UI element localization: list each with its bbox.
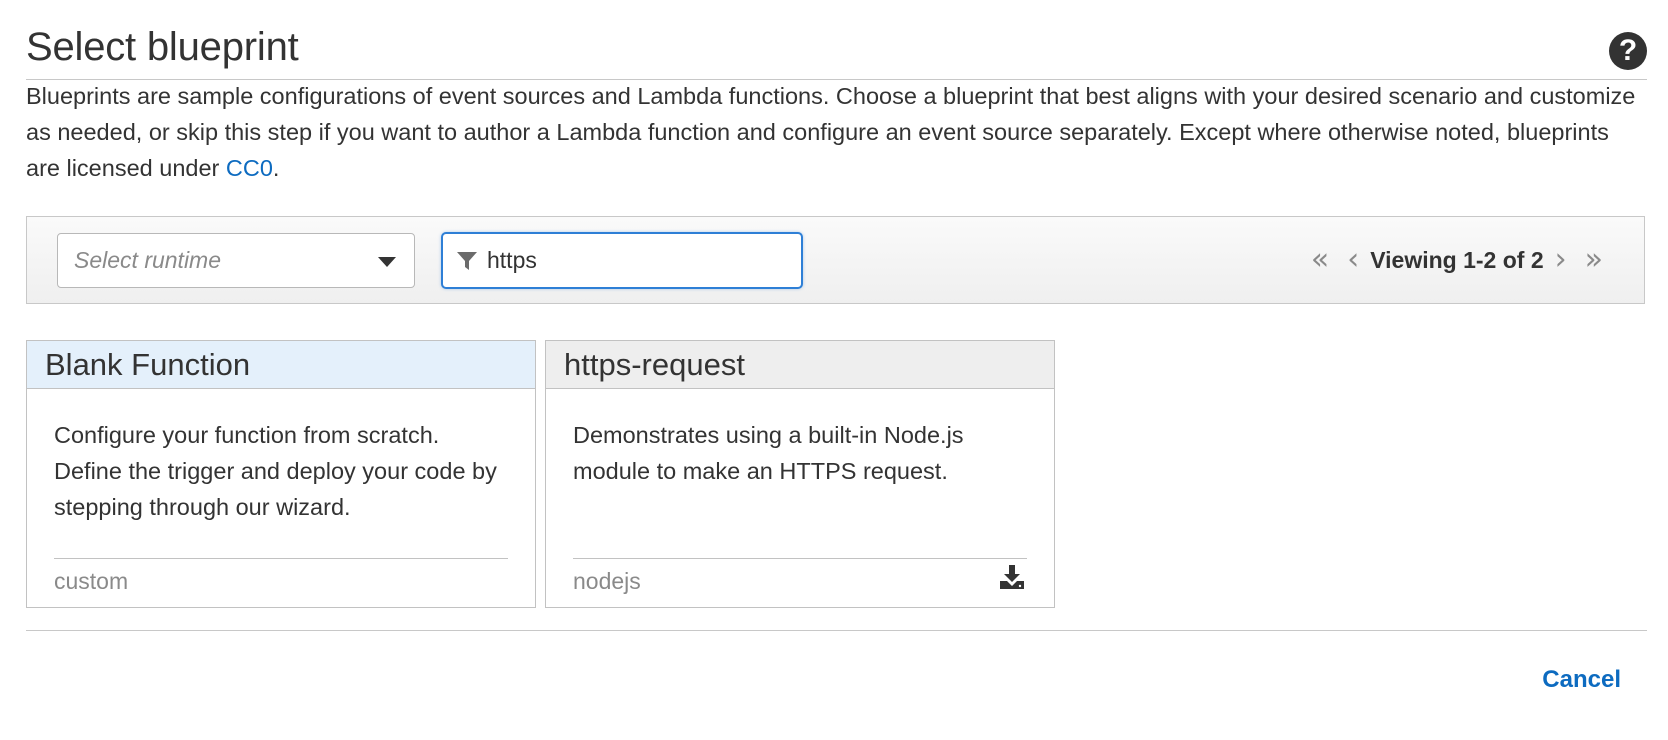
blueprint-cards: Blank Function Configure your function f… (26, 340, 1126, 610)
blueprint-card-runtime: nodejs (573, 568, 641, 594)
description-suffix: . (272, 155, 280, 181)
page-title: Select blueprint (26, 25, 299, 69)
pagination: « ‹ Viewing 1-2 of 2 › » (1302, 217, 1612, 303)
runtime-select[interactable]: Select runtime (57, 233, 415, 288)
cancel-button[interactable]: Cancel (1542, 666, 1621, 694)
blueprint-card-footer: custom (54, 558, 508, 604)
blueprint-card-runtime: custom (54, 568, 129, 594)
prev-page-icon[interactable]: ‹ (1347, 245, 1359, 275)
page-description: Blueprints are sample configurations of … (26, 78, 1647, 186)
next-page-icon[interactable]: › (1555, 245, 1567, 275)
runtime-select-placeholder: Select runtime (74, 247, 222, 273)
title-row: Select blueprint ? (26, 22, 1647, 80)
filter-icon (457, 252, 477, 270)
blueprint-card-description: Demonstrates using a built-in Node.js mo… (573, 422, 964, 484)
pagination-status: Viewing 1-2 of 2 (1370, 246, 1544, 273)
help-icon[interactable]: ? (1609, 32, 1647, 70)
blueprint-card-blank-function[interactable]: Blank Function Configure your function f… (26, 340, 536, 608)
blueprint-card-title: https-request (546, 341, 1054, 389)
filter-input[interactable] (487, 234, 787, 287)
blueprint-card-https-request[interactable]: https-request Demonstrates using a built… (545, 340, 1055, 608)
caret-down-icon (378, 257, 396, 267)
first-page-icon[interactable]: « (1311, 245, 1329, 275)
download-icon[interactable] (999, 564, 1025, 590)
blueprint-card-title: Blank Function (27, 341, 535, 389)
cc0-license-link[interactable]: CC0 (226, 155, 273, 181)
footer-divider (26, 630, 1647, 631)
last-page-icon[interactable]: » (1585, 245, 1603, 275)
blueprint-card-footer: nodejs (573, 558, 1027, 604)
select-blueprint-page: Select blueprint ? Blueprints are sample… (26, 0, 1647, 740)
blueprint-toolbar: Select runtime « ‹ Viewing 1-2 of 2 › » (26, 216, 1645, 304)
filter-field[interactable] (441, 232, 803, 289)
blueprint-card-description: Configure your function from scratch. De… (54, 422, 497, 520)
